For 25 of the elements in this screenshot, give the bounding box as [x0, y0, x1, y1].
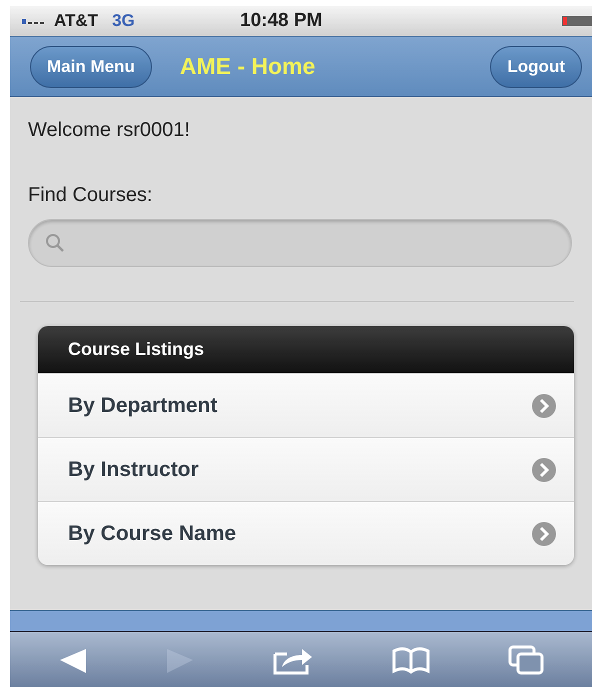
- course-listing-item[interactable]: By Department: [38, 373, 574, 437]
- book-icon: [390, 646, 431, 674]
- find-courses-label: Find Courses:: [28, 184, 154, 207]
- page-title: AME - Home: [180, 53, 316, 80]
- chevron-icon: [532, 458, 556, 482]
- main-menu-button[interactable]: Main Menu: [30, 46, 152, 88]
- clock-time: 10:48 PM: [240, 10, 322, 32]
- back-icon: [58, 646, 88, 672]
- logout-button[interactable]: Logout: [490, 46, 582, 88]
- battery-icon: [562, 15, 592, 27]
- chevron-icon: [532, 394, 556, 418]
- item-label: By Department: [68, 394, 218, 418]
- item-label: By Instructor: [68, 458, 199, 482]
- course-listing-item[interactable]: By Course Name: [38, 501, 574, 565]
- welcome-message: Welcome rsr0001!: [28, 119, 191, 142]
- forward-icon: [165, 646, 196, 672]
- course-listing-item[interactable]: By Instructor: [38, 437, 574, 501]
- search-icon: [45, 233, 65, 253]
- chevron-icon: [532, 522, 556, 546]
- pages-icon: [508, 644, 544, 674]
- network-type: 3G: [112, 11, 135, 31]
- item-label: By Course Name: [68, 522, 236, 546]
- course-listings-header: Course Listings: [38, 326, 574, 373]
- carrier-name: AT&T: [54, 11, 98, 31]
- search-field[interactable]: [28, 219, 572, 267]
